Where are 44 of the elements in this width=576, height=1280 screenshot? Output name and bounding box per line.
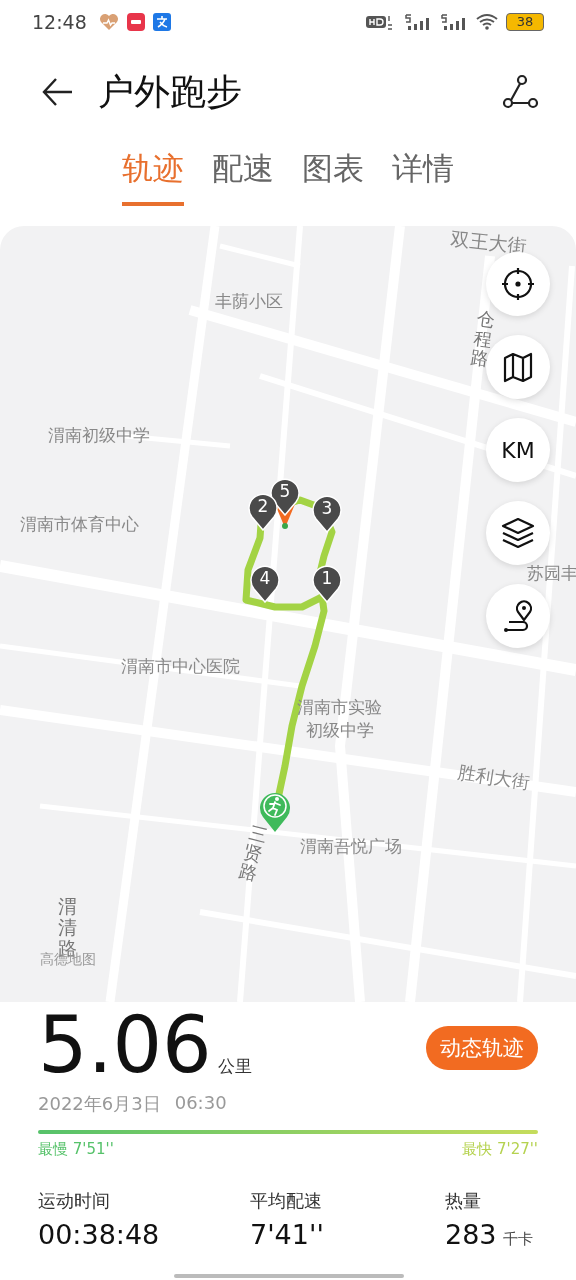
map-label: 渭南市体育中心 [20,513,139,536]
distance-value: 5.06 [38,1006,212,1084]
split-marker[interactable]: 2 [247,491,279,531]
stat-label: 平均配速 [250,1189,323,1213]
layers-icon [500,515,536,551]
stat-value: 7'41'' [250,1219,324,1250]
map-label: 仓程路 [469,308,496,370]
layers-button[interactable] [486,501,550,565]
wifi-icon [476,13,498,31]
tab[interactable]: 配速 [212,142,274,206]
heart-icon [98,13,119,31]
share-icon[interactable] [502,74,540,110]
workout-time: 06:30 [174,1092,227,1115]
stat-label: 热量 [445,1189,482,1213]
stat-unit: 千卡 [502,1230,533,1249]
tab[interactable]: 图表 [302,142,364,206]
distance-unit: 公里 [217,1055,252,1078]
battery-indicator: 38 [506,13,544,31]
map-label: 胜利大街 [456,760,532,795]
page-title: 户外跑步 [98,69,242,114]
slowest-pace: 最慢 7'51'' [38,1140,114,1159]
route-button[interactable] [486,584,550,648]
split-marker[interactable]: 3 [311,493,343,533]
folded-map-icon [501,350,535,384]
payment-app-icon [152,13,171,31]
signal-icon [404,13,432,31]
split-marker[interactable]: 4 [249,563,281,603]
map-label: 渭南吾悦广场 [300,835,402,858]
app-icon [126,13,145,31]
signal-icon [440,13,468,31]
stat-value: 283 [445,1219,497,1250]
map-label: 渭南初级中学 [48,424,150,447]
locate-icon [501,267,535,301]
stat-value: 00:38:48 [38,1219,160,1250]
map-label: 丰荫小区 [215,290,283,313]
map-label: 渭南市中心医院 [121,655,240,678]
status-time: 12:48 [32,11,87,33]
fastest-pace: 最快 7'27'' [462,1140,538,1159]
tab[interactable]: 详情 [392,142,454,206]
workout-date: 2022年6月3日 [38,1092,161,1116]
stat-label: 运动时间 [38,1189,111,1213]
unit-button[interactable]: KM [486,418,550,482]
split-marker[interactable]: 1 [311,563,343,603]
map-label: 三贤路 [237,822,270,884]
